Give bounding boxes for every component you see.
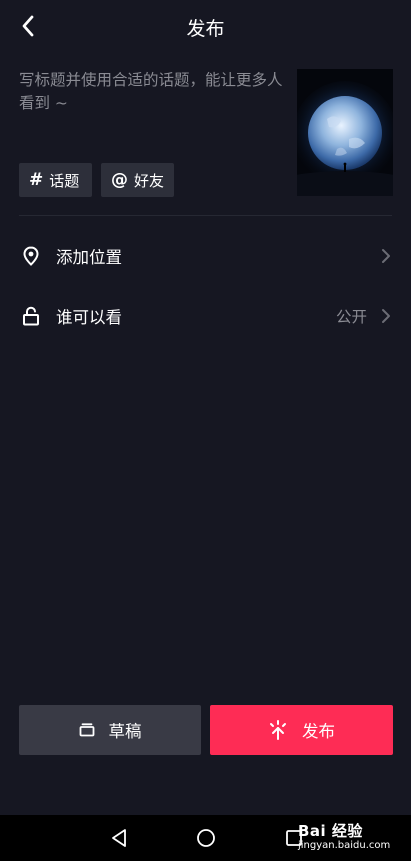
- at-mention-icon: @: [111, 170, 128, 190]
- nav-home-button[interactable]: [194, 826, 218, 850]
- draft-label: 草稿: [108, 722, 142, 741]
- who-can-view-label: 谁可以看: [56, 308, 122, 327]
- friend-chip-label: 好友: [134, 171, 165, 190]
- watermark-main: Bai 经验: [298, 822, 363, 840]
- chevron-right-icon: [379, 246, 393, 266]
- watermark-sub: jingyan.baidu.com: [298, 840, 391, 851]
- friend-chip[interactable]: @ 好友: [101, 163, 174, 197]
- cover-thumbnail[interactable]: [297, 69, 393, 196]
- nav-back-button[interactable]: [107, 826, 131, 850]
- top-bar: 发布: [0, 0, 411, 54]
- privacy-value: 公开: [335, 308, 367, 326]
- topic-chip-label: 话题: [49, 171, 80, 190]
- caption-input[interactable]: 写标题并使用合适的话题，能让更多人看到 ~: [19, 69, 289, 115]
- unlock-icon: [21, 306, 41, 326]
- earth-image: [297, 69, 393, 196]
- who-can-view-row[interactable]: 谁可以看 公开: [0, 292, 411, 340]
- draft-box-icon: [79, 723, 95, 737]
- chevron-right-icon: [379, 306, 393, 326]
- add-location-row[interactable]: 添加位置: [0, 232, 411, 280]
- triangle-back-icon: [112, 829, 126, 847]
- circle-home-icon: [197, 829, 215, 847]
- hashtag-icon: #: [29, 170, 44, 190]
- topic-chip[interactable]: # 话题: [19, 163, 92, 197]
- page-title: 发布: [186, 18, 225, 40]
- publish-button[interactable]: 发布: [210, 705, 393, 755]
- add-location-label: 添加位置: [56, 248, 122, 267]
- save-draft-button[interactable]: 草稿: [19, 705, 201, 755]
- baidu-watermark: Bai 经验 jingyan.baidu.com: [290, 818, 408, 858]
- sparkle-icon: [268, 720, 288, 740]
- divider: [19, 215, 392, 216]
- location-pin-icon: [21, 246, 41, 266]
- publish-label: 发布: [302, 722, 335, 741]
